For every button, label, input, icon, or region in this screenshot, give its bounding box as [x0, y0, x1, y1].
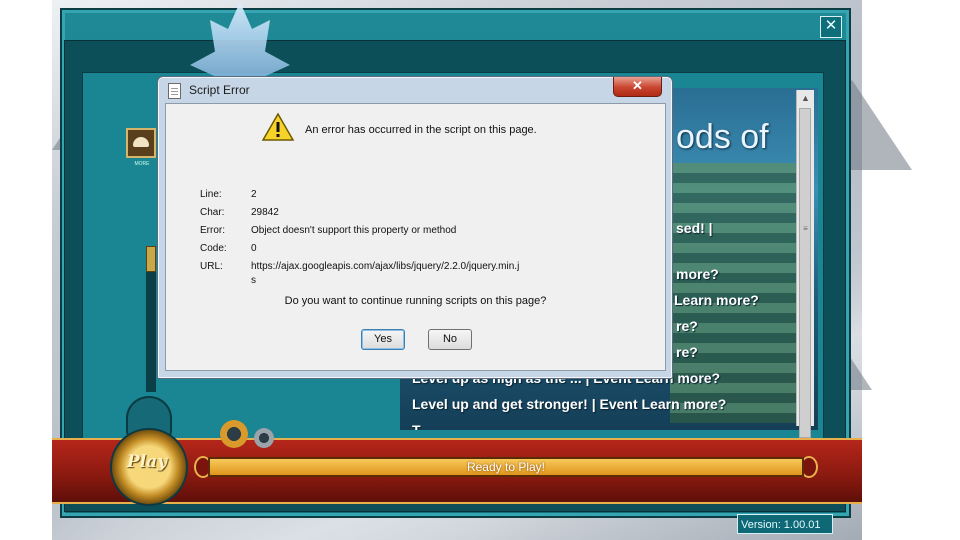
detail-value: 29842: [251, 207, 279, 218]
document-icon: [168, 83, 181, 99]
yes-button[interactable]: Yes: [361, 329, 405, 350]
news-line[interactable]: T...: [412, 422, 431, 430]
detail-value: 2: [251, 189, 257, 200]
play-button-label[interactable]: Play: [110, 452, 184, 472]
script-error-dialog: Script Error ✕ An error has occurred in …: [157, 76, 673, 379]
launcher-close-button[interactable]: ✕: [820, 16, 842, 38]
detail-value: 0: [251, 243, 257, 254]
options-gear-icon[interactable]: [254, 428, 274, 448]
detail-label: Error:: [200, 225, 225, 236]
no-button[interactable]: No: [428, 329, 472, 350]
detail-label: URL:: [200, 261, 223, 272]
settings-gear-icon[interactable]: [220, 420, 248, 448]
version-label: Version: 1.00.01: [737, 514, 833, 534]
news-title: ods of: [676, 118, 769, 156]
warning-icon: [261, 112, 295, 142]
news-line[interactable]: sed! |: [676, 220, 713, 236]
error-message: An error has occurred in the script on t…: [305, 124, 537, 136]
dialog-close-button[interactable]: ✕: [613, 77, 662, 97]
side-slider-handle[interactable]: [146, 246, 156, 272]
scroll-grip-icon: ≡: [803, 224, 808, 233]
progress-status-text: Ready to Play!: [466, 460, 546, 474]
detail-label: Line:: [200, 189, 222, 200]
detail-label: Code:: [200, 243, 227, 254]
news-line[interactable]: more?: [676, 266, 719, 282]
side-menu-label: MORE: [134, 161, 150, 167]
detail-value: Object doesn't support this property or …: [251, 225, 457, 236]
dialog-body: An error has occurred in the script on t…: [165, 103, 666, 371]
dialog-title: Script Error: [189, 83, 250, 97]
side-strip: [146, 272, 156, 392]
news-line[interactable]: Learn more?: [674, 292, 759, 308]
detail-label: Char:: [200, 207, 225, 218]
scrollbar-thumb[interactable]: [799, 108, 811, 438]
news-line[interactable]: re?: [676, 318, 698, 334]
continue-question: Do you want to continue running scripts …: [284, 295, 547, 307]
progress-bar: Ready to Play!: [208, 457, 804, 477]
detail-url: https://ajax.googleapis.com/ajax/libs/jq…: [251, 261, 520, 272]
side-menu-icon[interactable]: [126, 128, 156, 158]
news-line[interactable]: Level up and get stronger! | Event Learn…: [412, 396, 726, 412]
detail-url-wrap: s: [251, 275, 256, 286]
news-scrollbar[interactable]: ▲ ≡: [796, 90, 814, 438]
scroll-up-icon[interactable]: ▲: [797, 90, 814, 107]
news-line[interactable]: re?: [676, 344, 698, 360]
